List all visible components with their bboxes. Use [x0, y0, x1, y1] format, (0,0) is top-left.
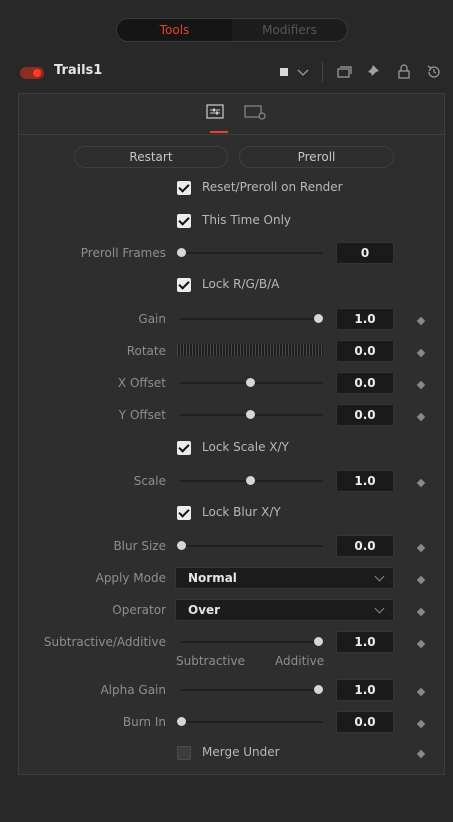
tools-modifiers-switch: Tools Modifiers [116, 18, 348, 42]
color-swatch-icon[interactable] [274, 62, 294, 82]
panel-divider [19, 134, 444, 135]
reset-icon[interactable] [424, 62, 444, 82]
merge-under-label: Merge Under [202, 745, 280, 759]
chevron-down-icon [374, 603, 385, 614]
blur-size-value[interactable]: 0.0 [336, 535, 394, 557]
sub-add-slider-knob[interactable] [314, 637, 323, 646]
burn-in-slider-knob[interactable] [177, 717, 186, 726]
lock-rgba-checkbox[interactable] [177, 278, 191, 292]
sub-add-left-label: Subtractive [176, 654, 245, 668]
lock-blur-checkbox[interactable] [177, 506, 191, 520]
apply-mode-label: Apply Mode [95, 571, 166, 585]
alpha-gain-slider-track[interactable] [180, 689, 323, 691]
preroll-frames-slider-track[interactable] [180, 252, 323, 254]
tab-modifiers[interactable]: Modifiers [232, 19, 347, 41]
lock-rgba-label: Lock R/G/B/A [202, 277, 280, 291]
inspector-panel [18, 93, 445, 775]
tool-name: Trails1 [54, 63, 103, 78]
sub-add-slider-track[interactable] [180, 641, 323, 643]
y-offset-value[interactable]: 0.0 [336, 404, 394, 426]
sub-add-label: Subtractive/Additive [43, 635, 166, 649]
toggle-dot [33, 69, 41, 77]
preroll-frames-value[interactable]: 0 [336, 242, 394, 264]
chevron-down-icon[interactable] [293, 62, 313, 82]
burn-in-label: Burn In [122, 715, 166, 729]
reset-preroll-checkbox[interactable] [177, 181, 191, 195]
x-offset-value[interactable]: 0.0 [336, 372, 394, 394]
operator-select[interactable]: Over [175, 599, 394, 621]
blur-size-label: Blur Size [113, 539, 166, 553]
restart-button[interactable]: Restart [74, 146, 228, 168]
apply-mode-select[interactable]: Normal [175, 567, 394, 589]
controls-tab-icon[interactable] [203, 101, 229, 123]
blur-size-slider-knob[interactable] [177, 541, 186, 550]
preroll-frames-label: Preroll Frames [80, 246, 166, 260]
lock-scale-label: Lock Scale X/Y [202, 440, 289, 454]
merge-under-checkbox[interactable] [177, 746, 191, 760]
rotate-value[interactable]: 0.0 [336, 340, 394, 362]
tool-enable-toggle[interactable] [20, 67, 44, 79]
this-time-only-label: This Time Only [202, 213, 292, 227]
rotate-label: Rotate [126, 344, 166, 358]
scale-label: Scale [133, 474, 166, 488]
blur-size-slider-track[interactable] [180, 545, 323, 547]
burn-in-value[interactable]: 0.0 [336, 711, 394, 733]
settings-tab-icon[interactable] [242, 101, 268, 123]
lock-icon[interactable] [394, 62, 414, 82]
this-time-only-checkbox[interactable] [177, 214, 191, 228]
scale-value[interactable]: 1.0 [336, 470, 394, 492]
burn-in-slider-track[interactable] [180, 721, 323, 723]
tab-tools[interactable]: Tools [117, 19, 232, 41]
rotate-jog-wheel[interactable] [177, 344, 323, 356]
preroll-button[interactable]: Preroll [239, 146, 394, 168]
gain-slider-track[interactable] [180, 318, 323, 320]
chevron-down-icon [374, 571, 385, 582]
sub-add-right-label: Additive [275, 654, 325, 668]
gain-label: Gain [138, 312, 166, 326]
alpha-gain-slider-knob[interactable] [314, 685, 323, 694]
scale-slider-knob[interactable] [246, 476, 255, 485]
gain-slider-knob[interactable] [314, 314, 323, 323]
x-offset-slider-knob[interactable] [246, 378, 255, 387]
pin-icon[interactable] [362, 62, 382, 82]
lock-scale-checkbox[interactable] [177, 441, 191, 455]
y-offset-slider-knob[interactable] [246, 410, 255, 419]
active-tab-underline [210, 131, 228, 133]
operator-value: Over [188, 603, 221, 617]
header-separator [322, 62, 323, 82]
gain-value[interactable]: 1.0 [336, 308, 394, 330]
x-offset-label: X Offset [117, 376, 166, 390]
reset-preroll-label: Reset/Preroll on Render [202, 180, 343, 194]
alpha-gain-label: Alpha Gain [100, 683, 166, 697]
lock-blur-label: Lock Blur X/Y [202, 505, 281, 519]
preroll-frames-slider-knob[interactable] [177, 248, 186, 257]
operator-label: Operator [112, 603, 166, 617]
version-icon[interactable] [334, 62, 354, 82]
apply-mode-value: Normal [188, 571, 237, 585]
alpha-gain-value[interactable]: 1.0 [336, 679, 394, 701]
y-offset-label: Y Offset [118, 408, 166, 422]
sub-add-value[interactable]: 1.0 [336, 631, 394, 653]
